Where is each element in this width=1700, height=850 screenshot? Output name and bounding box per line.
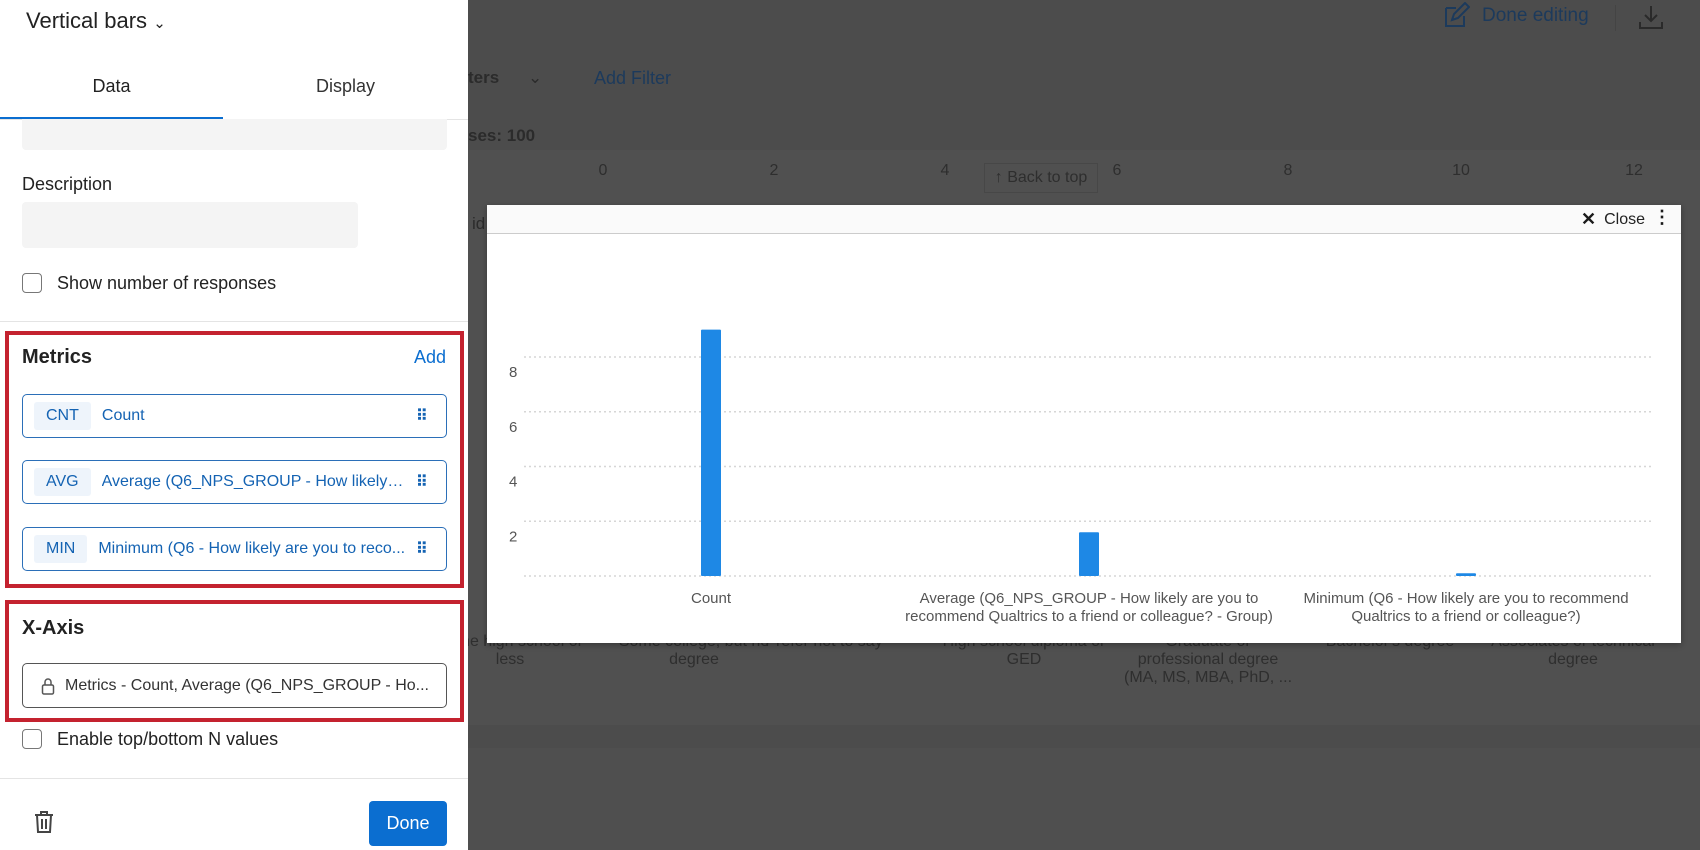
background-axis-tick: 6 <box>1112 162 1122 179</box>
drag-handle-icon[interactable]: ⠿ <box>416 472 428 492</box>
tab-display[interactable]: Display <box>223 76 468 97</box>
add-filter-link[interactable]: Add Filter <box>594 68 671 89</box>
chart-type-dropdown[interactable]: Vertical bars ⌄ <box>26 8 166 34</box>
show-responses-checkbox[interactable] <box>22 273 42 293</box>
description-label: Description <box>22 174 113 194</box>
done-editing-button[interactable]: Done editing <box>1442 2 1589 30</box>
metric-badge: CNT <box>34 402 91 430</box>
x-category-label: Average (Q6_NPS_GROUP - How likely are y… <box>920 590 1259 607</box>
topn-checkbox[interactable] <box>22 729 42 749</box>
chart-type-label: Vertical bars <box>26 8 148 33</box>
metric-item-minimum[interactable]: MIN Minimum (Q6 - How likely are you to … <box>22 527 447 571</box>
background-axis-tick: 2 <box>769 162 779 179</box>
metric-label: Count <box>101 407 145 424</box>
done-button[interactable]: Done <box>369 801 447 846</box>
background-axis-tick: 10 <box>1452 162 1470 179</box>
add-metric-button[interactable]: Add <box>414 347 446 368</box>
x-category-label: Minimum (Q6 - How likely are you to reco… <box>1303 590 1628 607</box>
y-tick-label: 2 <box>509 528 517 545</box>
bar <box>1079 532 1099 576</box>
x-category-label: recommend Qualtrics to a friend or colle… <box>905 608 1273 625</box>
lock-icon <box>41 677 55 695</box>
background-axis-tick: 4 <box>940 162 950 179</box>
divider <box>1615 5 1616 31</box>
xaxis-heading: X-Axis <box>22 617 85 639</box>
metric-badge: AVG <box>34 468 91 496</box>
metrics-heading: Metrics <box>22 346 93 368</box>
download-icon[interactable] <box>1638 4 1664 30</box>
drag-handle-icon[interactable]: ⠿ <box>416 539 428 559</box>
background-axis-tick: 8 <box>1283 162 1293 179</box>
metric-badge: MIN <box>34 535 88 563</box>
widget-edit-sidebar: Vertical bars ⌄ Data Display Description… <box>0 0 468 850</box>
drag-handle-icon[interactable]: ⠿ <box>416 406 428 426</box>
x-category-label: Count <box>691 590 732 607</box>
xaxis-value: Metrics - Count, Average (Q6_NPS_GROUP -… <box>65 676 429 694</box>
metric-label: Average (Q6_NPS_GROUP - How likely ar... <box>101 473 406 490</box>
background-axis-tick: 0 <box>598 162 608 179</box>
background-widget-2 <box>468 748 1700 850</box>
divider <box>0 778 468 779</box>
y-tick-label: 8 <box>509 364 517 381</box>
filters-chevron-icon[interactable]: ⌄ <box>528 68 542 88</box>
xaxis-field[interactable]: Metrics - Count, Average (Q6_NPS_GROUP -… <box>22 663 447 708</box>
trash-icon[interactable] <box>34 811 54 833</box>
done-editing-label: Done editing <box>1482 5 1589 26</box>
chart-expanded-modal: ✕ Close ⋮ 2 4 6 8 Count Average (Q6_NPS_GROUP… <box>487 205 1681 643</box>
background-axis-tick: 12 <box>1625 162 1643 179</box>
bar-chart: 2 4 6 8 Count Average (Q6_NPS_GROUP - How lik… <box>509 329 1653 625</box>
divider <box>0 321 468 322</box>
responses-count: ses: 100 <box>468 126 536 145</box>
filters-label: ters <box>468 68 500 87</box>
chevron-down-icon: ⌄ <box>153 15 166 32</box>
metric-item-average[interactable]: AVG Average (Q6_NPS_GROUP - How likely a… <box>22 460 447 504</box>
y-tick-label: 6 <box>509 419 517 436</box>
description-input[interactable] <box>22 202 358 248</box>
back-to-top-button[interactable]: ↑ Back to top <box>984 163 1098 193</box>
x-category-label: Qualtrics to a friend or colleague?) <box>1351 608 1580 625</box>
topn-label: Enable top/bottom N values <box>57 729 279 749</box>
metric-label: Minimum (Q6 - How likely are you to reco… <box>98 540 406 557</box>
title-input[interactable] <box>22 119 447 150</box>
bar <box>1456 573 1476 576</box>
tab-data[interactable]: Data <box>0 76 223 97</box>
bar <box>701 329 721 576</box>
show-responses-label: Show number of responses <box>57 273 277 293</box>
y-tick-label: 4 <box>509 474 517 491</box>
edit-icon <box>1445 2 1470 27</box>
metric-item-count[interactable]: CNT Count ⠿ <box>22 394 447 438</box>
partial-label: id <box>472 214 486 233</box>
